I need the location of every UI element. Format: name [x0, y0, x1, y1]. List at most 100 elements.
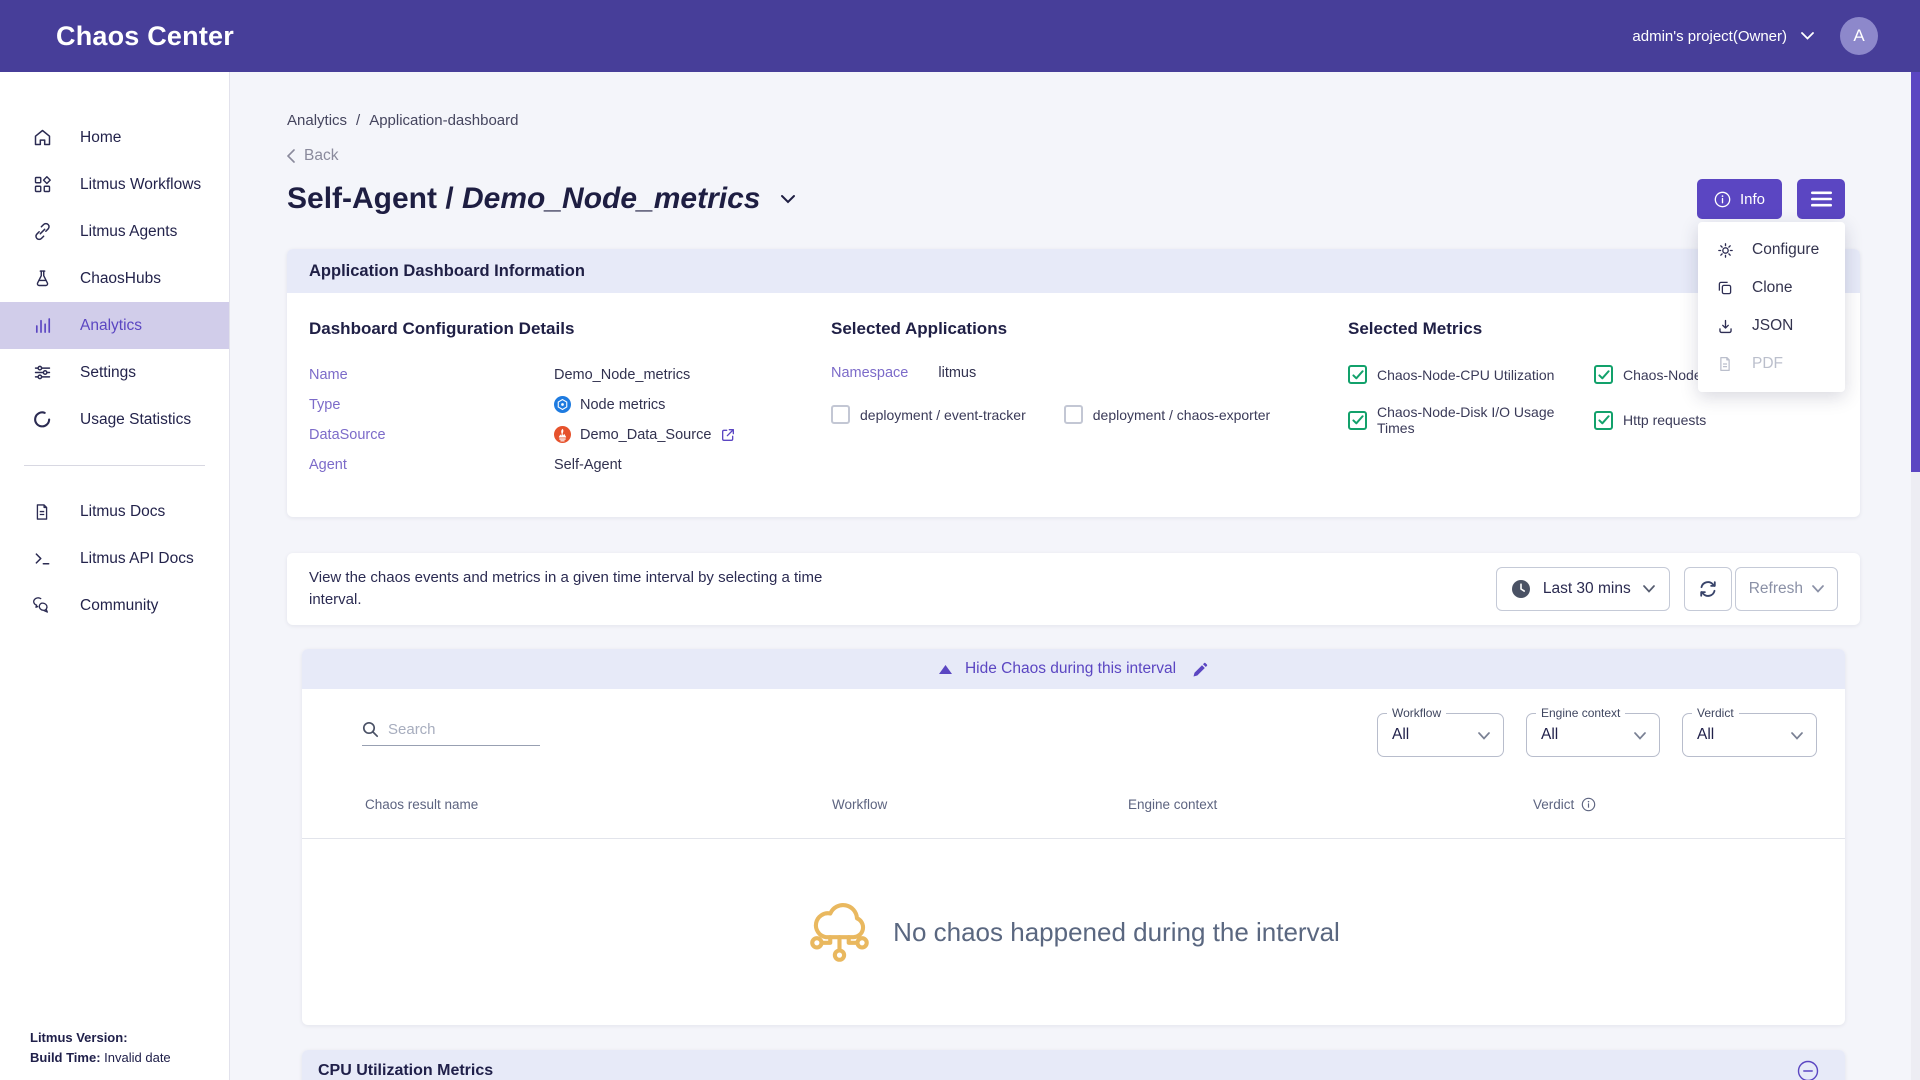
- arc-icon: [30, 408, 54, 432]
- sidebar-item-chaoshubs[interactable]: ChaosHubs: [0, 255, 229, 302]
- cloud-network-icon: [807, 895, 873, 969]
- project-selector[interactable]: admin's project(Owner): [1632, 28, 1814, 45]
- search-input[interactable]: [388, 721, 528, 738]
- sidebar-item-label: Analytics: [80, 317, 142, 335]
- refresh-now-button[interactable]: [1684, 567, 1732, 611]
- cpu-section-header: CPU Utilization Metrics: [302, 1050, 1845, 1080]
- cpu-utilization-panel: CPU Utilization Metrics: [302, 1050, 1845, 1080]
- verdict-filter-select[interactable]: Verdict All: [1682, 713, 1817, 757]
- workflow-filter-select[interactable]: Workflow All: [1377, 713, 1504, 757]
- chaos-table-panel: Hide Chaos during this interval Workflow: [302, 649, 1845, 1025]
- avatar[interactable]: A: [1840, 17, 1878, 55]
- app-title: Chaos Center: [56, 21, 234, 52]
- avatar-initial: A: [1853, 26, 1864, 46]
- column-engine-context: Engine context: [1128, 797, 1533, 812]
- sidebar-item-label: Settings: [80, 364, 136, 382]
- sidebar-item-label: ChaosHubs: [80, 270, 161, 288]
- column-chaos-result-name: Chaos result name: [365, 797, 832, 812]
- menu-item-clone[interactable]: Clone: [1698, 269, 1845, 307]
- gear-icon: [1716, 241, 1735, 260]
- search-box: [362, 721, 540, 746]
- dashboard-info-body: Dashboard Configuration Details Name Dem…: [287, 293, 1860, 517]
- clock-icon: [1511, 579, 1531, 599]
- sidebar-item-label: Usage Statistics: [80, 411, 191, 429]
- sidebar-item-litmus-workflows[interactable]: Litmus Workflows: [0, 161, 229, 208]
- time-interval-description: View the chaos events and metrics in a g…: [309, 567, 849, 611]
- sidebar-item-litmus-api-docs[interactable]: Litmus API Docs: [0, 535, 229, 582]
- dashboard-switcher-chevron-icon[interactable]: [780, 194, 796, 204]
- external-link-icon[interactable]: [720, 427, 736, 443]
- terminal-icon: [30, 547, 54, 571]
- chevron-down-icon: [1791, 732, 1803, 740]
- sidebar-item-community[interactable]: Community: [0, 582, 229, 629]
- dashboard-name: Demo_Node_metrics: [462, 182, 760, 215]
- sidebar-divider: [24, 465, 205, 466]
- checkbox-event-tracker[interactable]: deployment / event-tracker: [831, 405, 1026, 424]
- checkbox-http-requests[interactable]: Http requests: [1594, 404, 1860, 436]
- table-filters: Workflow All Engine context All: [1377, 713, 1817, 757]
- sidebar-item-home[interactable]: Home: [0, 114, 229, 161]
- sidebar-item-litmus-docs[interactable]: Litmus Docs: [0, 488, 229, 535]
- column-workflow: Workflow: [832, 797, 1128, 812]
- table-filter-row: Workflow All Engine context All: [302, 689, 1845, 757]
- build-time-label: Build Time:: [30, 1050, 101, 1065]
- time-range-dropdown[interactable]: Last 30 mins: [1496, 567, 1670, 611]
- app-root: Chaos Center admin's project(Owner) A Ho…: [0, 0, 1920, 1080]
- back-button[interactable]: Back: [287, 147, 357, 165]
- verdict-info-icon[interactable]: [1581, 797, 1596, 812]
- clone-icon: [1716, 279, 1735, 298]
- download-icon: [1716, 317, 1735, 336]
- config-row-datasource: DataSource Demo_Data_Source: [309, 425, 831, 444]
- more-menu-popup: Configure Clone JSON PDF: [1698, 222, 1845, 392]
- sidebar-item-label: Litmus API Docs: [80, 550, 194, 568]
- checkbox-cpu-utilization[interactable]: Chaos-Node-CPU Utilization: [1348, 365, 1594, 384]
- refresh-label: Refresh: [1749, 580, 1803, 598]
- checkbox-checked-icon: [1594, 411, 1613, 430]
- breadcrumb-analytics[interactable]: Analytics: [287, 112, 347, 129]
- hide-chaos-label: Hide Chaos during this interval: [965, 660, 1176, 678]
- namespace-row: Namespace litmus: [831, 365, 1348, 381]
- dashboard-info-header: Application Dashboard Information: [287, 249, 1860, 293]
- more-menu-button[interactable]: [1797, 179, 1845, 219]
- checkbox-checked-icon: [1348, 365, 1367, 384]
- breadcrumb: Analytics / Application-dashboard: [287, 112, 1860, 129]
- sidebar-item-analytics[interactable]: Analytics: [0, 302, 229, 349]
- time-interval-panel: View the chaos events and metrics in a g…: [287, 553, 1860, 625]
- menu-item-pdf: PDF: [1698, 345, 1845, 383]
- sidebar-item-label: Litmus Docs: [80, 503, 165, 521]
- info-button[interactable]: Info: [1697, 179, 1782, 219]
- sidebar-item-usage-statistics[interactable]: Usage Statistics: [0, 396, 229, 443]
- refresh-icon: [1697, 578, 1719, 600]
- link-icon: [30, 220, 54, 244]
- cpu-section-title: CPU Utilization Metrics: [318, 1062, 493, 1080]
- checkbox-chaos-exporter[interactable]: deployment / chaos-exporter: [1064, 405, 1270, 424]
- chevron-down-icon: [1643, 585, 1655, 593]
- configuration-details-title: Dashboard Configuration Details: [309, 319, 831, 339]
- sidebar-item-settings[interactable]: Settings: [0, 349, 229, 396]
- menu-item-configure[interactable]: Configure: [1698, 231, 1845, 269]
- config-row-agent: Agent Self-Agent: [309, 455, 831, 474]
- engine-context-filter-select[interactable]: Engine context All: [1526, 713, 1660, 757]
- build-time-value: Invalid date: [104, 1050, 171, 1065]
- collapse-minus-icon[interactable]: [1797, 1060, 1819, 1080]
- sidebar-item-litmus-agents[interactable]: Litmus Agents: [0, 208, 229, 255]
- main-content: Analytics / Application-dashboard Back S…: [230, 72, 1920, 1080]
- flask-icon: [30, 267, 54, 291]
- scrollbar-thumb[interactable]: [1911, 72, 1920, 472]
- hide-chaos-toggle[interactable]: Hide Chaos during this interval: [939, 660, 1176, 678]
- sidebar-item-label: Litmus Workflows: [80, 176, 201, 194]
- checkbox-checked-icon: [1348, 411, 1367, 430]
- edit-pencil-icon[interactable]: [1191, 661, 1208, 678]
- refresh-rate-dropdown[interactable]: Refresh: [1735, 567, 1838, 611]
- checkbox-disk-io-times[interactable]: Chaos-Node-Disk I/O Usage Times: [1348, 404, 1594, 436]
- menu-item-json[interactable]: JSON: [1698, 307, 1845, 345]
- version-info: Litmus Version: Build Time: Invalid date: [30, 1028, 171, 1068]
- config-row-name: Name Demo_Node_metrics: [309, 365, 831, 384]
- config-row-type: Type Node metrics: [309, 395, 831, 414]
- chevron-left-icon: [287, 149, 295, 163]
- header-actions: Info: [1697, 179, 1845, 219]
- column-verdict: Verdict: [1533, 797, 1596, 812]
- configuration-details-column: Dashboard Configuration Details Name Dem…: [309, 319, 831, 485]
- header-right: admin's project(Owner) A: [1632, 17, 1878, 55]
- dashboard-info-panel: Application Dashboard Information Dashbo…: [287, 249, 1860, 517]
